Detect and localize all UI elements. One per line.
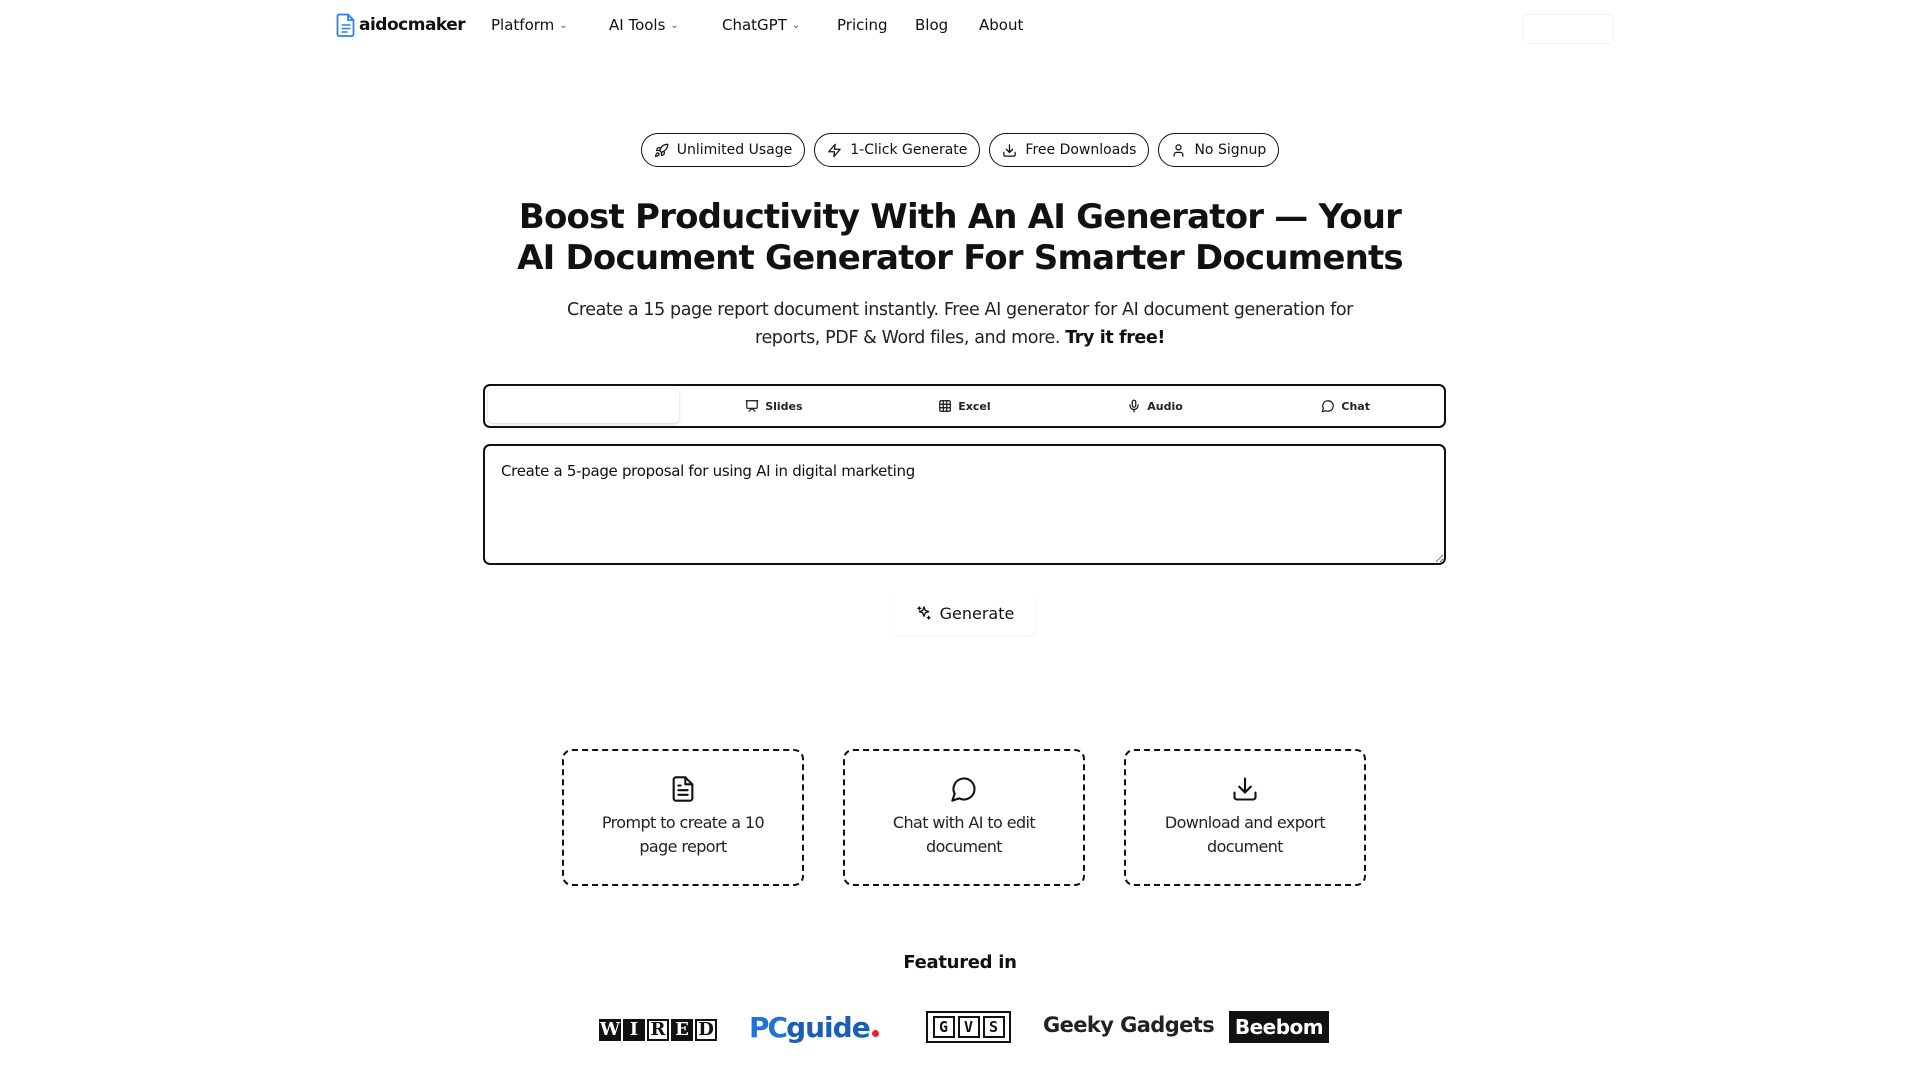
- tab-chat[interactable]: Chat: [1250, 389, 1441, 423]
- chat-bubble-icon: [951, 777, 976, 802]
- gvs-letter: G: [932, 1016, 955, 1038]
- feature-card-label: Prompt to create a 10 page report: [601, 813, 765, 856]
- beebom-logo: Beebom: [1229, 1011, 1329, 1043]
- brand-name: aidocmaker: [359, 15, 466, 35]
- badge-label: Free Downloads: [1025, 142, 1137, 158]
- rocket-icon: [654, 143, 669, 157]
- nav-blog[interactable]: Blog: [915, 16, 948, 34]
- tab-label: Audio: [1147, 399, 1183, 413]
- microphone-icon: [1129, 399, 1139, 413]
- feature-badges: Unlimited Usage 1-Click Generate Free Do…: [0, 133, 1920, 167]
- feature-card-chat: Chat with AI to edit document: [843, 749, 1085, 886]
- gvs-letter: V: [957, 1016, 980, 1038]
- nav-pricing[interactable]: Pricing: [837, 16, 888, 34]
- nav-ai-tools[interactable]: AI Tools ⌄: [609, 16, 679, 34]
- chevron-down-icon: ⌄: [791, 19, 801, 31]
- wired-logo: W I R E D: [599, 1019, 717, 1041]
- user-icon: [1173, 143, 1184, 157]
- press-logos: W I R E D PC guide G V S Geeky Gadgets B…: [0, 1005, 1920, 1045]
- geeky-gadgets-logo: Geeky Gadgets: [1043, 1013, 1215, 1037]
- hero-title: Boost Productivity With An AI Generator …: [460, 197, 1460, 279]
- hero-subtitle-line1: Create a 15 page report document instant…: [567, 300, 1353, 320]
- badge-label: 1-Click Generate: [850, 142, 968, 158]
- gvs-logo: G V S: [926, 1011, 1011, 1043]
- nav-ai-tools-label: AI Tools: [609, 16, 666, 34]
- tab-excel[interactable]: Excel: [869, 389, 1060, 423]
- pcguide-dot: [871, 1030, 879, 1037]
- wired-letter: E: [671, 1019, 693, 1041]
- prompt-input[interactable]: [483, 444, 1446, 565]
- nav-about-label: About: [979, 16, 1024, 34]
- feature-card-prompt: Prompt to create a 10 page report: [562, 749, 804, 886]
- badge-one-click-generate: 1-Click Generate: [814, 133, 981, 167]
- badge-no-signup: No Signup: [1158, 133, 1280, 167]
- tab-label: Slides: [765, 399, 803, 413]
- nav-chatgpt-label: ChatGPT: [722, 16, 787, 34]
- nav-account-button[interactable]: [1522, 14, 1614, 44]
- hero-title-line2: AI Document Generator For Smarter Docume…: [517, 238, 1404, 278]
- nav-chatgpt[interactable]: ChatGPT ⌄: [722, 16, 800, 34]
- lightning-icon: [828, 143, 841, 157]
- nav-platform-label: Platform: [491, 16, 555, 34]
- hero-subtitle: Create a 15 page report document instant…: [560, 296, 1360, 352]
- tab-label: Chat: [1341, 399, 1370, 413]
- badge-unlimited-usage: Unlimited Usage: [640, 133, 806, 167]
- chevron-down-icon: ⌄: [559, 19, 568, 31]
- wired-letter: R: [647, 1019, 669, 1041]
- hero-subtitle-line2: reports, PDF & Word files, and more.: [755, 328, 1061, 348]
- table-icon: [939, 400, 952, 412]
- presentation-icon: [745, 400, 759, 412]
- tab-audio[interactable]: Audio: [1060, 389, 1251, 423]
- brand-logo[interactable]: aidocmaker: [336, 13, 466, 37]
- tab-slides[interactable]: Slides: [679, 389, 870, 423]
- chevron-down-icon: ⌄: [670, 19, 679, 31]
- document-type-tabs: Slides Excel Audio Chat: [483, 384, 1446, 428]
- nav-blog-label: Blog: [915, 16, 949, 34]
- wired-letter: I: [623, 1019, 645, 1041]
- generate-label: Generate: [939, 603, 1015, 623]
- nav-pricing-label: Pricing: [837, 16, 888, 34]
- nav-platform[interactable]: Platform ⌄: [491, 16, 568, 34]
- hero-title-line1: Boost Productivity With An AI Generator …: [518, 197, 1402, 237]
- feature-card-label: Chat with AI to edit document: [892, 813, 1036, 856]
- download-icon: [1233, 777, 1257, 801]
- pcguide-wordmark: guide: [786, 1011, 871, 1044]
- feature-card-label: Download and export document: [1164, 813, 1326, 856]
- featured-in-heading: Featured in: [903, 952, 1017, 973]
- gvs-letter: S: [982, 1016, 1005, 1038]
- wired-letter: D: [695, 1019, 717, 1041]
- badge-free-downloads: Free Downloads: [989, 133, 1150, 167]
- badge-label: No Signup: [1194, 142, 1267, 158]
- download-icon: [1003, 143, 1017, 157]
- pcguide-logo: PC guide: [749, 1013, 879, 1043]
- document-icon: [672, 776, 694, 802]
- sparkle-icon: [916, 606, 931, 620]
- nav-about[interactable]: About: [979, 16, 1023, 34]
- tab-documents[interactable]: [488, 389, 679, 423]
- top-navbar: aidocmaker Platform ⌄ AI Tools ⌄ ChatGPT…: [0, 0, 1920, 52]
- feature-card-download: Download and export document: [1124, 749, 1366, 886]
- chat-bubble-icon: [1321, 400, 1335, 413]
- document-logo-icon: [336, 13, 355, 37]
- hero-subtitle-cta: Try it free!: [1065, 328, 1165, 348]
- badge-label: Unlimited Usage: [676, 142, 793, 158]
- generate-button[interactable]: Generate: [894, 591, 1036, 635]
- tab-label: Excel: [958, 399, 991, 413]
- wired-letter: W: [599, 1019, 621, 1041]
- pcguide-pc-mark: PC: [749, 1011, 788, 1044]
